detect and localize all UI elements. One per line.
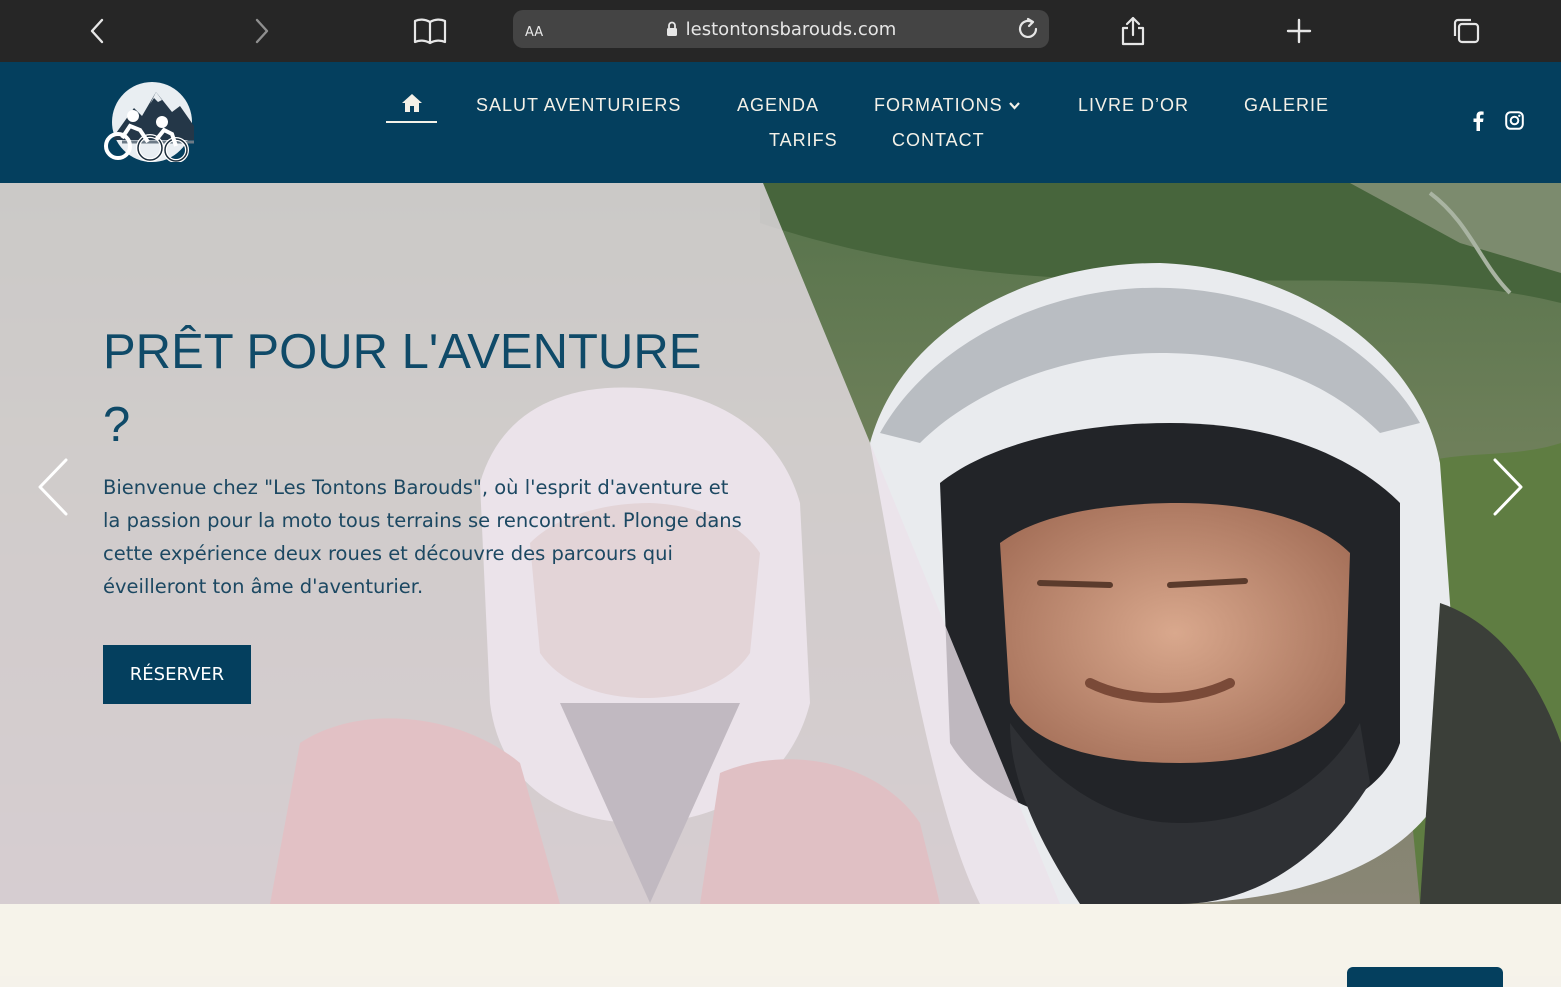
content-section bbox=[0, 904, 1561, 987]
nav-contact[interactable]: CONTACT bbox=[892, 130, 985, 151]
facebook-icon[interactable] bbox=[1472, 111, 1484, 136]
hero-slider: PRÊT POUR L'AVENTURE ? Bienvenue chez "L… bbox=[0, 183, 1561, 904]
bookmarks-icon[interactable] bbox=[410, 0, 450, 62]
mountain-bikers-logo[interactable] bbox=[100, 80, 198, 163]
nav-agenda[interactable]: AGENDA bbox=[737, 95, 819, 116]
nav-livre-dor[interactable]: LIVRE D’OR bbox=[1078, 95, 1189, 116]
reload-icon[interactable] bbox=[1015, 16, 1041, 42]
hero-title-line2: ? bbox=[103, 398, 131, 452]
nav-home[interactable] bbox=[386, 93, 437, 123]
url-display: lestontonsbarouds.com bbox=[513, 10, 1049, 48]
plus-icon[interactable] bbox=[1283, 0, 1315, 62]
hero-title-line1: PRÊT POUR L'AVENTURE bbox=[103, 325, 702, 379]
hero-description: Bienvenue chez "Les Tontons Barouds", où… bbox=[103, 476, 742, 598]
slider-prev-icon[interactable] bbox=[37, 458, 69, 521]
nav-galerie[interactable]: GALERIE bbox=[1244, 95, 1329, 116]
url-text: lestontonsbarouds.com bbox=[685, 18, 897, 40]
hero-title: PRÊT POUR L'AVENTURE ? bbox=[103, 316, 743, 462]
nav-tarifs[interactable]: TARIFS bbox=[769, 130, 838, 151]
site-header: SALUT AVENTURIERS AGENDA FORMATIONS LIVR… bbox=[0, 62, 1561, 183]
back-icon[interactable] bbox=[80, 0, 114, 62]
nav-formations-label: FORMATIONS bbox=[874, 95, 1003, 115]
instagram-icon[interactable] bbox=[1505, 111, 1524, 135]
home-icon bbox=[401, 94, 422, 112]
chevron-down-icon bbox=[1008, 102, 1020, 110]
forward-icon[interactable] bbox=[245, 0, 279, 62]
reserve-button[interactable]: RÉSERVER bbox=[103, 645, 251, 704]
share-icon[interactable] bbox=[1116, 0, 1150, 62]
nav-salut-aventuriers[interactable]: SALUT AVENTURIERS bbox=[476, 95, 681, 116]
tabs-icon[interactable] bbox=[1449, 0, 1483, 62]
nav-formations[interactable]: FORMATIONS bbox=[874, 95, 1020, 116]
browser-toolbar: AA lestontonsbarouds.com bbox=[0, 0, 1561, 62]
lock-icon bbox=[666, 21, 677, 36]
floating-button[interactable] bbox=[1347, 967, 1503, 987]
address-bar[interactable]: AA lestontonsbarouds.com bbox=[513, 10, 1049, 48]
slider-next-icon[interactable] bbox=[1492, 458, 1524, 521]
